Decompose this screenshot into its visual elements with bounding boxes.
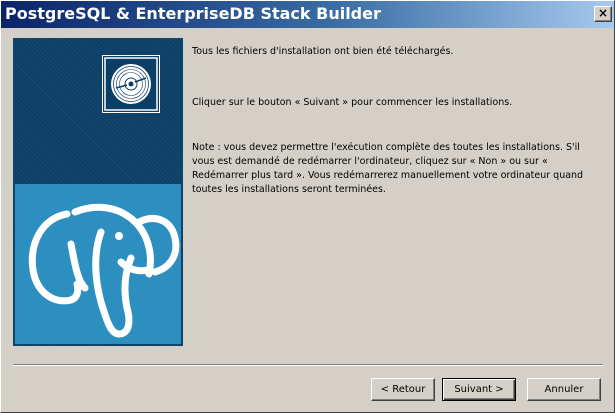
title-bar[interactable]: PostgreSQL & EnterpriseDB Stack Builder … bbox=[1, 1, 614, 28]
next-button[interactable]: Suivant > bbox=[442, 378, 516, 401]
disc-icon bbox=[102, 55, 160, 113]
side-banner bbox=[13, 38, 183, 346]
window-title: PostgreSQL & EnterpriseDB Stack Builder bbox=[5, 4, 381, 23]
cancel-button[interactable]: Annuler bbox=[527, 378, 601, 401]
close-button[interactable]: × bbox=[594, 6, 612, 22]
postgresql-elephant-icon bbox=[15, 184, 181, 344]
restart-note-text: Note : vous devez permettre l'exécution … bbox=[192, 142, 584, 195]
back-button[interactable]: < Retour bbox=[371, 378, 435, 401]
separator-line bbox=[13, 364, 603, 366]
stack-builder-dialog: PostgreSQL & EnterpriseDB Stack Builder … bbox=[0, 0, 615, 413]
next-instruction-text: Cliquer sur le bouton « Suivant » pour c… bbox=[192, 97, 513, 108]
download-complete-text: Tous les fichiers d'installation ont bie… bbox=[192, 46, 454, 57]
